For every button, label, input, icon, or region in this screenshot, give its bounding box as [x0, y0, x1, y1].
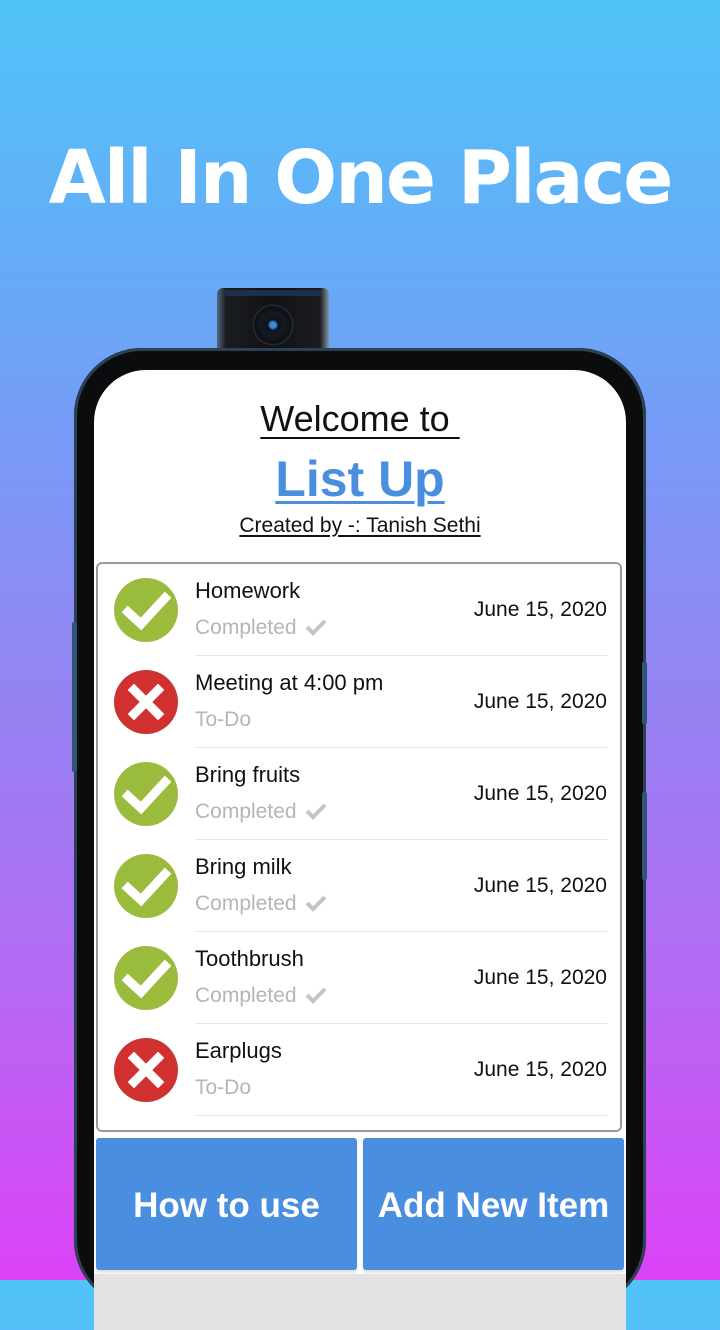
- camera-strip: [225, 290, 321, 296]
- list-item[interactable]: Meeting at 4:00 pm To-Do June 15, 2020: [98, 656, 620, 748]
- app-screen: Welcome to List Up Created by -: Tanish …: [94, 370, 626, 1330]
- how-to-use-button[interactable]: How to use: [96, 1138, 357, 1270]
- item-status-label: Completed: [195, 892, 297, 915]
- item-date: June 15, 2020: [473, 874, 607, 897]
- item-title: Meeting at 4:00 pm: [195, 670, 384, 695]
- item-status: To-Do: [195, 708, 251, 732]
- item-status-label: To-Do: [195, 708, 252, 731]
- add-new-item-button[interactable]: Add New Item: [363, 1138, 624, 1270]
- list-item[interactable]: Earplugs To-Do June 15, 2020: [98, 1024, 620, 1116]
- item-status-label: Completed: [195, 800, 297, 823]
- item-date: June 15, 2020: [473, 966, 607, 989]
- check-circle-icon[interactable]: [114, 578, 178, 642]
- list-item[interactable]: Bring fruits Completed June 15, 2020: [98, 748, 620, 840]
- x-circle-icon[interactable]: [114, 1038, 178, 1102]
- list-item[interactable]: Toothbrush Completed June 15, 2020: [98, 932, 620, 1024]
- checkmark-icon: [305, 894, 327, 918]
- checkmark-icon: [305, 618, 327, 642]
- item-title: Earplugs: [195, 1038, 282, 1063]
- item-date: June 15, 2020: [473, 1058, 607, 1081]
- item-status: To-Do: [195, 1076, 251, 1100]
- check-circle-icon[interactable]: [114, 854, 178, 918]
- promo-headline: All In One Place: [48, 135, 674, 221]
- item-title: Homework: [195, 578, 301, 603]
- creator-credit: Created by -: Tanish Sethi: [239, 514, 481, 537]
- item-date: June 15, 2020: [473, 782, 607, 805]
- welcome-heading: Welcome to: [260, 398, 460, 439]
- checkmark-icon: [305, 986, 327, 1010]
- phone-side-button: [642, 792, 647, 880]
- item-status-label: To-Do: [195, 1076, 252, 1099]
- todo-list: Homework Completed June 15, 2020 Meeting at…: [96, 562, 622, 1132]
- check-circle-icon[interactable]: [114, 946, 178, 1010]
- popup-camera: [217, 288, 329, 350]
- item-date: June 15, 2020: [473, 690, 607, 713]
- list-item[interactable]: Bring milk Completed June 15, 2020: [98, 840, 620, 932]
- item-date: June 15, 2020: [473, 598, 607, 621]
- camera-lens-icon: [252, 304, 294, 346]
- phone-side-button: [72, 622, 77, 772]
- list-item[interactable]: Homework Completed June 15, 2020: [98, 564, 620, 656]
- item-status: Completed: [195, 892, 327, 918]
- item-status-label: Completed: [195, 984, 297, 1007]
- item-status: Completed: [195, 984, 327, 1010]
- app-title: List Up: [275, 451, 445, 507]
- bottom-bar: [94, 1274, 626, 1330]
- item-title: Toothbrush: [195, 946, 304, 971]
- item-title: Bring milk: [195, 854, 292, 879]
- x-circle-icon[interactable]: [114, 670, 178, 734]
- item-status: Completed: [195, 800, 327, 826]
- item-title: Bring fruits: [195, 762, 301, 787]
- divider: [195, 1115, 607, 1116]
- phone-side-button: [642, 662, 647, 724]
- checkmark-icon: [305, 802, 327, 826]
- item-status-label: Completed: [195, 616, 297, 639]
- item-status: Completed: [195, 616, 327, 642]
- check-circle-icon[interactable]: [114, 762, 178, 826]
